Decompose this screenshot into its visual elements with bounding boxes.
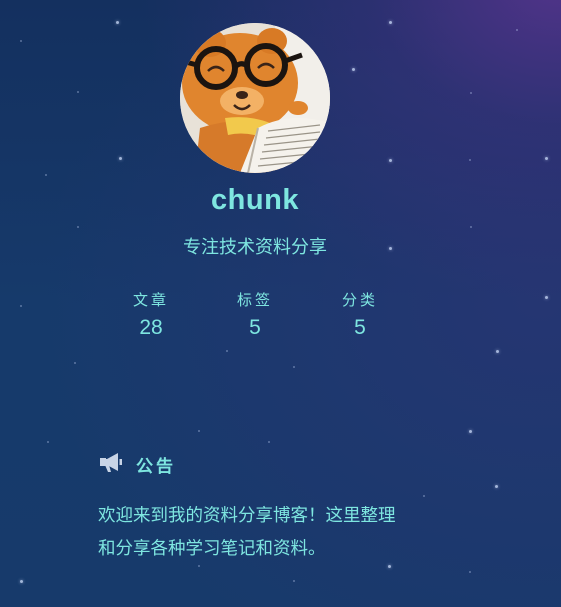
megaphone-icon: [99, 451, 125, 477]
stat-articles-label: 文章: [132, 291, 169, 309]
stat-articles-count: 28: [139, 316, 163, 339]
stat-articles[interactable]: 文章 28: [116, 289, 186, 340]
avatar[interactable]: [180, 23, 330, 173]
stat-categories-count: 5: [354, 316, 366, 339]
stat-tags-count: 5: [249, 316, 261, 339]
stat-tags[interactable]: 标签 5: [220, 289, 290, 340]
announcement-content: 欢迎来到我的资料分享博客！这里整理和分享各种学习笔记和资料。: [98, 506, 396, 559]
stat-tags-label: 标签: [236, 291, 273, 309]
author-name: chunk: [211, 184, 299, 216]
avatar-image: [180, 23, 330, 173]
announcement-header: 公告: [99, 450, 176, 478]
stat-categories-label: 分类: [341, 291, 378, 309]
announcement-title: 公告: [136, 456, 176, 477]
stat-categories[interactable]: 分类 5: [325, 289, 395, 340]
author-description: 专注技术资料分享: [183, 237, 327, 258]
